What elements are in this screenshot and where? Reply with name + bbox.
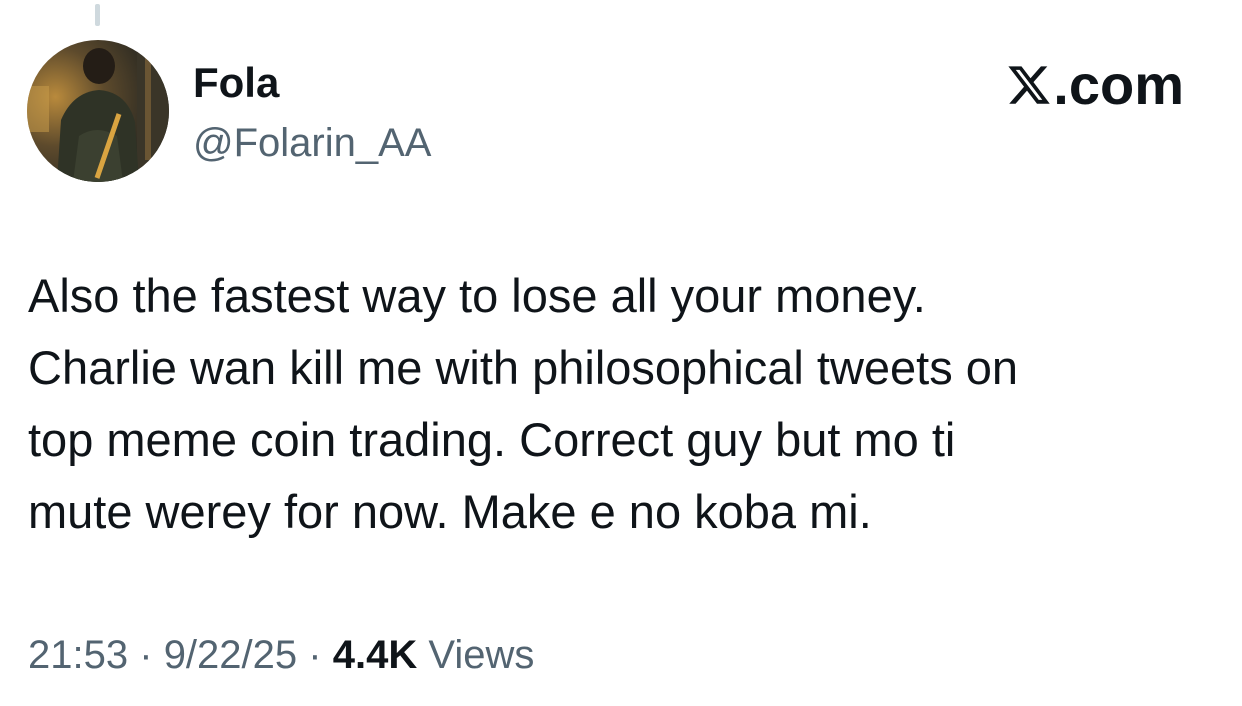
tweet-date[interactable]: 9/22/25 [164, 633, 297, 677]
meta-separator: · [139, 633, 153, 677]
author-display-name[interactable]: Fola [193, 58, 279, 108]
avatar[interactable] [27, 40, 169, 182]
brand-label: .com [1053, 53, 1184, 116]
view-count[interactable]: 4.4K [333, 633, 418, 677]
views-label: Views [428, 633, 535, 677]
tweet-text-line: Charlie wan kill me with philosophical t… [28, 341, 1019, 394]
brand-logo: .com [1006, 55, 1184, 115]
avatar-image [27, 40, 169, 182]
tweet-text-line: Also the fastest way to lose all your mo… [28, 269, 926, 322]
meta-separator: · [308, 633, 322, 677]
author-handle[interactable]: @Folarin_AA [193, 118, 431, 168]
thread-connector-line [95, 4, 100, 26]
tweet-time[interactable]: 21:53 [28, 633, 128, 677]
tweet-meta: 21:53 · 9/22/25 · 4.4K Views [28, 630, 534, 680]
tweet-text: Also the fastest way to lose all your mo… [28, 260, 1218, 548]
x-logo-icon [1008, 66, 1051, 104]
tweet-text-line: mute werey for now. Make e no koba mi. [28, 485, 872, 538]
tweet-text-line: top meme coin trading. Correct guy but m… [28, 413, 956, 466]
